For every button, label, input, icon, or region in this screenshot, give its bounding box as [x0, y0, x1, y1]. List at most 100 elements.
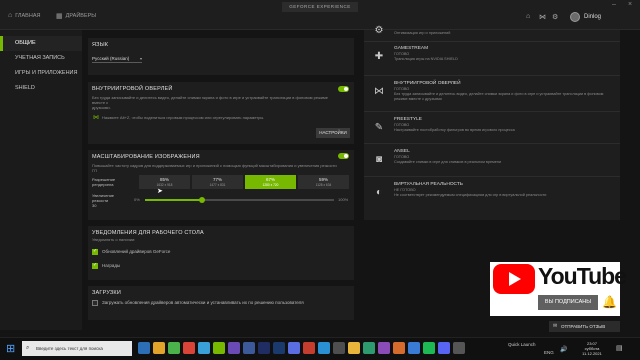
- taskbar-search[interactable]: ⌕ Введите здесь текст для поиска: [22, 341, 132, 356]
- overlay-desc-line2: друзьями.: [92, 105, 111, 110]
- slider-handle[interactable]: [198, 197, 205, 203]
- language-value: Русский (Russian): [92, 56, 130, 61]
- windows-start-icon[interactable]: ⊞: [6, 342, 15, 355]
- geforce-icon[interactable]: [213, 342, 225, 354]
- scaling-option-selected[interactable]: 67% 1280 x 720: [245, 175, 296, 189]
- speaker-icon[interactable]: 🔊: [560, 346, 567, 353]
- youtube-subscribe-overlay: YouTube ВЫ ПОДПИСАНЫ 🔔: [490, 262, 627, 316]
- gear-icon: ⚙: [374, 25, 384, 36]
- geforce-experience-window: ⌂ ГЛАВНАЯ ▦ ДРАЙВЕРЫ GEFORCE EXPERIENCE – …: [0, 0, 640, 360]
- option-resolution: 1477 x 831: [209, 183, 226, 187]
- chevron-down-icon: ▾: [139, 56, 142, 61]
- overlay-toggle[interactable]: [338, 86, 349, 92]
- language-indicator[interactable]: ENG: [544, 350, 554, 355]
- driver-updates-checkbox[interactable]: [92, 248, 98, 255]
- close-icon[interactable]: ×: [628, 1, 632, 8]
- app-icon[interactable]: [198, 342, 210, 354]
- edit-icon: ✎: [374, 122, 384, 133]
- sidebar-item-games-apps[interactable]: ИГРЫ И ПРИЛОЖЕНИЯ: [0, 66, 82, 81]
- divider: [364, 143, 620, 144]
- scaling-option[interactable]: 77% 1477 x 831: [192, 175, 243, 189]
- feature-status: ГОТОВО: [394, 52, 410, 56]
- app-icon[interactable]: [243, 342, 255, 354]
- search-placeholder: Введите здесь текст для поиска: [36, 346, 103, 351]
- nav-home[interactable]: ⌂ ГЛАВНАЯ: [8, 12, 40, 19]
- language-title: ЯЗЫК: [92, 42, 109, 48]
- sharpen-slider[interactable]: [145, 197, 334, 203]
- feature-row: ◐ ВИРТУАЛЬНАЯ РЕАЛЬНОСТЬ НЕ ГОТОВО Не соотв…: [364, 178, 620, 210]
- rewards-label: Награды: [102, 263, 121, 268]
- render-res-label: Разрешение рендеринга: [92, 177, 115, 187]
- feature-status: НЕ ГОТОВО: [394, 188, 416, 192]
- share-icon: ⋈: [93, 115, 99, 121]
- youtube-play-icon: [493, 264, 535, 294]
- photoshop-icon[interactable]: [273, 342, 285, 354]
- discord-icon[interactable]: [438, 342, 450, 354]
- slider-min-label: 0%: [134, 197, 140, 202]
- notifications-title: УВЕДОМЛЕНИЯ ДЛЯ РАБОЧЕГО СТОЛА: [92, 230, 204, 236]
- bell-icon[interactable]: 🔔: [602, 295, 617, 309]
- file-explorer-icon[interactable]: [153, 342, 165, 354]
- option-resolution: 1632 x 918: [156, 183, 173, 187]
- divider: [364, 75, 620, 76]
- rewards-checkbox[interactable]: [92, 262, 98, 269]
- premiere-icon[interactable]: [258, 342, 270, 354]
- feature-desc: Не соответствует рекомендуемым специфика…: [394, 193, 547, 197]
- app-icon[interactable]: [408, 342, 420, 354]
- sharpen-value: 30: [92, 203, 97, 208]
- app-icon[interactable]: [303, 342, 315, 354]
- language-select[interactable]: Русский (Russian) ▾: [92, 55, 142, 63]
- app-icon[interactable]: [183, 342, 195, 354]
- app-icon[interactable]: [228, 342, 240, 354]
- search-icon: ⌕: [26, 345, 30, 351]
- sidebar: ОБЩИЕ УЧЕТНАЯ ЗАПИСЬ ИГРЫ И ПРИЛОЖЕНИЯ S…: [0, 30, 82, 330]
- downloads-title: ЗАГРУЗКИ: [92, 290, 121, 296]
- slider-fill: [145, 199, 202, 201]
- app-icon[interactable]: [393, 342, 405, 354]
- option-resolution: 1280 x 720: [262, 183, 279, 187]
- option-resolution: 1128 x 634: [315, 183, 332, 187]
- feature-desc: Настраивайте постобработку фильтров во в…: [394, 128, 515, 132]
- feature-desc: Создавайте снимки в игре для снимков в р…: [394, 160, 502, 164]
- clock-date: 11.12.2021: [582, 351, 602, 356]
- spotify-icon[interactable]: [423, 342, 435, 354]
- app-brand: GEFORCE EXPERIENCE: [282, 2, 358, 12]
- overlay-desc-line1: Без труда записывайте и делитесь видео, …: [92, 95, 328, 105]
- scaling-option[interactable]: 85% 1632 x 918: [139, 175, 190, 189]
- auto-download-checkbox[interactable]: [92, 300, 98, 306]
- youtube-wordmark: YouTube: [538, 263, 627, 289]
- notifications-subtitle: Уведомлять о наличии:: [92, 237, 136, 242]
- nav-drivers[interactable]: ▦ ДРАЙВЕРЫ: [56, 12, 96, 20]
- divider: [364, 111, 620, 112]
- clock[interactable]: 23:07 суббота 11.12.2021: [576, 341, 608, 356]
- scaling-desc: Повышайте частоту кадров для поддерживае…: [92, 163, 337, 173]
- task-view-icon[interactable]: [138, 342, 150, 354]
- app-icon[interactable]: [288, 342, 300, 354]
- mouse-cursor-icon: ➤: [157, 188, 163, 195]
- notification-center-icon[interactable]: ▤: [616, 344, 623, 352]
- sidebar-item-account[interactable]: УЧЕТНАЯ ЗАПИСЬ: [0, 51, 82, 66]
- app-icon[interactable]: [318, 342, 330, 354]
- quick-launch[interactable]: Quick Launch: [508, 342, 536, 347]
- feature-name: FREESTYLE: [394, 117, 422, 122]
- scaling-option[interactable]: 59% 1128 x 634: [298, 175, 349, 189]
- app-icon[interactable]: [378, 342, 390, 354]
- feature-status: ГОТОВО: [394, 123, 410, 127]
- app-icon[interactable]: [363, 342, 375, 354]
- subscribed-button[interactable]: ВЫ ПОДПИСАНЫ: [538, 295, 598, 310]
- app-icon[interactable]: [168, 342, 180, 354]
- option-percent: 67%: [265, 177, 275, 182]
- nav-drivers-label: ДРАЙВЕРЫ: [65, 13, 97, 19]
- sharpen-label: Увеличение резкости 30: [92, 193, 114, 208]
- minimize-icon[interactable]: –: [612, 1, 616, 8]
- vr-icon: ◐: [375, 187, 383, 198]
- app-icon[interactable]: [348, 342, 360, 354]
- sidebar-item-shield[interactable]: SHIELD: [0, 81, 82, 96]
- sidebar-item-general[interactable]: ОБЩИЕ: [0, 36, 82, 51]
- app-icon[interactable]: [453, 342, 465, 354]
- send-feedback-button[interactable]: ✉ ОТПРАВИТЬ ОТЗЫВ: [549, 321, 620, 332]
- scaling-toggle[interactable]: [338, 153, 349, 159]
- overlay-settings-button[interactable]: НАСТРОЙКИ: [316, 128, 350, 138]
- app-icon[interactable]: [333, 342, 345, 354]
- option-percent: 77%: [212, 177, 222, 182]
